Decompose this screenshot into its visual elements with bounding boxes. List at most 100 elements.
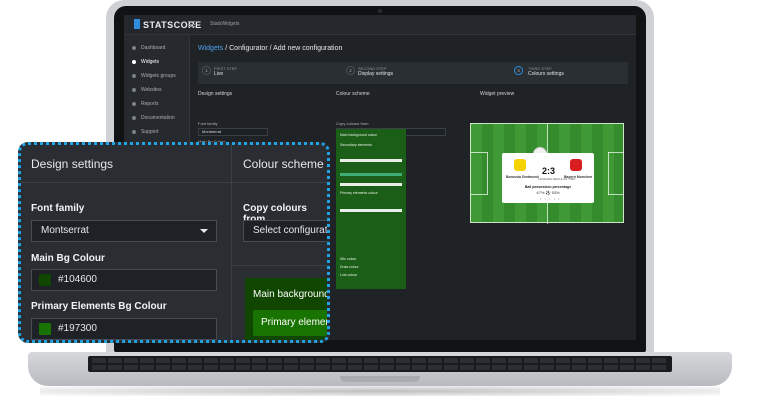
design-settings-title: Design settings (31, 157, 114, 171)
sidebar-item-label: Support (141, 129, 159, 135)
preview-bar (340, 173, 402, 176)
sidebar-item-label: Widgets (141, 59, 160, 65)
step-number[interactable]: 3 (514, 66, 523, 75)
font-family-select[interactable]: Montserrat (31, 220, 217, 242)
top-bar: STATSCORE StatsWidgets (124, 15, 636, 35)
sidebar-item-label: Widgets groups (141, 73, 176, 79)
dashboard-icon (132, 46, 136, 50)
pagination-dots[interactable]: • • • • • (540, 196, 560, 201)
globe-icon (132, 88, 136, 92)
step-title: Display settings (358, 71, 394, 77)
sidebar-item-label: Websites (141, 87, 162, 93)
widgets-icon (132, 60, 136, 64)
support-icon (132, 130, 136, 134)
sidebar-item-label: Documentation (141, 115, 175, 121)
sidebar-item-websites[interactable]: Websites (124, 83, 189, 97)
primary-bg-colour-label: Primary Elements Bg Colour (31, 301, 167, 312)
colour-scheme-title: Colour scheme (243, 157, 324, 171)
sidebar-item-widgets[interactable]: Widgets (124, 55, 189, 69)
pitch-box-line (608, 194, 624, 195)
step-title: Colours settings (528, 71, 564, 77)
chevron-down-icon (200, 229, 208, 233)
stat-label: Ball possession percentage (524, 185, 572, 189)
laptop-shadow (40, 386, 720, 396)
colour-preview-box: Main background colour Secondary element… (336, 129, 406, 289)
secondary-elements-text: Secondary elements (340, 143, 372, 147)
step-second[interactable]: SECOND STEP Display settings (358, 66, 393, 77)
section-divider (231, 265, 327, 266)
match-score: 2:3 (542, 166, 556, 176)
stage: STATSCORE StatsWidgets Dashboard Widgets… (0, 0, 760, 400)
win-colour-text: Win colour (340, 257, 357, 261)
main-bg-text: Main background colour (340, 133, 378, 137)
keyboard (88, 356, 672, 372)
draw-colour-text: Draw colour (340, 265, 359, 269)
stat-values: 47% ⚽ 53% (536, 190, 560, 195)
main-bg-colour-label: Main Bg Colour (31, 253, 105, 264)
pitch-box-line (471, 194, 487, 195)
book-icon (132, 116, 136, 120)
colour-preview-primary: Primary elements colour (253, 310, 330, 336)
colour-preview-main-bg: Main background colour Primary elements … (245, 278, 330, 340)
camera-icon (378, 9, 382, 13)
home-team-name: Borussia Dortmund (506, 175, 539, 179)
copy-colours-label: Copy colours from (336, 121, 369, 126)
laptop-notch (340, 376, 420, 382)
workspace-name[interactable]: StatsWidgets (210, 21, 239, 27)
sidebar-item-reports[interactable]: Reports (124, 97, 189, 111)
colour-swatch[interactable] (39, 274, 51, 286)
main-bg-colour-input[interactable]: #104600 (31, 269, 217, 291)
match-status: FINISHED REGULAR TIME (538, 177, 576, 181)
font-family-select[interactable]: Montserrat (198, 128, 268, 136)
step-first[interactable]: FIRST STEP Live (214, 66, 237, 77)
breadcrumb-rest: / Configurator / Add new configuration (223, 45, 343, 52)
colour-swatch[interactable] (39, 323, 51, 335)
step-number[interactable]: 2 (346, 66, 355, 75)
main-bg-colour-value: #104600 (58, 274, 97, 285)
design-settings-heading: Design settings (198, 91, 233, 97)
pitch-box-line (471, 152, 487, 153)
match-card: 2:3 Borussia Dortmund Bayern Munchen FIN… (502, 153, 594, 203)
sidebar-item-documentation[interactable]: Documentation (124, 111, 189, 125)
font-family-label: Font family (198, 121, 218, 126)
primary-elements-text: Primary elements colour (261, 317, 330, 328)
column-divider (231, 145, 232, 340)
primary-bg-colour-value: #197300 (58, 323, 97, 334)
reports-icon (132, 102, 136, 106)
colour-scheme-heading: Colour scheme (336, 91, 370, 97)
away-crest-icon (570, 159, 582, 171)
zoom-popup: Design settings Colour scheme Font famil… (18, 142, 330, 343)
sidebar-item-dashboard[interactable]: Dashboard (124, 41, 189, 55)
groups-icon (132, 74, 136, 78)
key-row (92, 358, 668, 363)
hamburger-menu-icon[interactable] (188, 21, 195, 27)
sidebar-item-support[interactable]: Support (124, 125, 189, 139)
home-crest-icon (514, 159, 526, 171)
font-family-label: Font family (31, 203, 85, 214)
copy-colours-select[interactable]: Select configuration (243, 220, 327, 242)
header-divider (21, 182, 327, 183)
step-title: Live (214, 71, 224, 77)
font-family-value: Montserrat (41, 225, 89, 236)
pitch-box-line (608, 152, 609, 195)
logo-icon (134, 19, 140, 29)
sidebar-item-label: Dashboard (141, 45, 166, 51)
lost-colour-text: Lost colour (340, 273, 358, 277)
sidebar-item-widgets-groups[interactable]: Widgets groups (124, 69, 189, 83)
breadcrumb-widgets-link[interactable]: Widgets (198, 45, 223, 52)
widget-preview-heading: Widget preview (480, 91, 515, 97)
step-number[interactable]: 1 (202, 66, 211, 75)
key-row (92, 365, 668, 370)
pitch-box-line (608, 152, 624, 153)
step-third[interactable]: THIRD STEP Colours settings (528, 66, 564, 77)
pitch-box-line (487, 152, 488, 195)
preview-bar (340, 209, 402, 212)
primary-bg-colour-input[interactable]: #197300 (31, 318, 217, 340)
sidebar-item-label: Reports (141, 101, 159, 107)
preview-bar (340, 159, 402, 162)
main-background-text: Main background colour (253, 289, 330, 300)
stepper: 1 FIRST STEP Live 2 SECOND STEP Display se… (198, 62, 628, 84)
preview-bar (340, 183, 402, 186)
primary-elements-text: Primary elements colour (340, 191, 378, 195)
breadcrumb: Widgets / Configurator / Add new configu… (198, 45, 342, 52)
